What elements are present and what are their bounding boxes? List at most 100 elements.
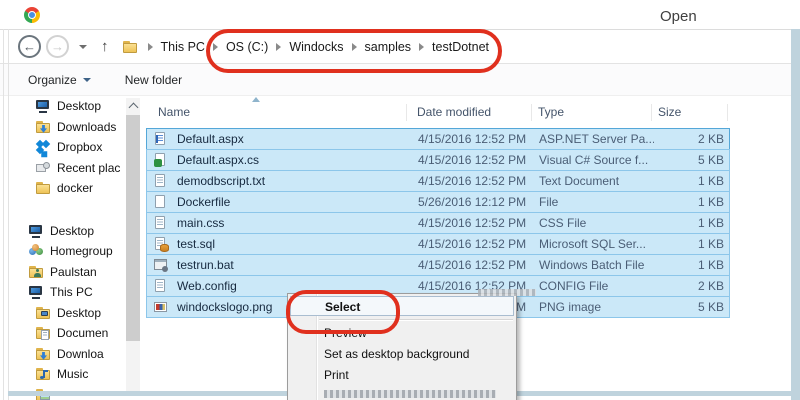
sidebar-item-this-pc[interactable]: This PC [9, 282, 126, 303]
file-date-cell: 4/15/2016 12:52 PM [418, 213, 533, 233]
file-name-cell: Default.aspx.cs [177, 150, 407, 170]
sidebar-item-downloads[interactable]: Downloads [9, 117, 126, 138]
file-name-cell: test.sql [177, 234, 407, 254]
downloads-folder-icon [35, 346, 51, 362]
sidebar-item-homegroup[interactable]: Homegroup [9, 241, 126, 262]
table-row-testrun-bat[interactable]: testrun.bat4/15/2016 12:52 PMWindows Bat… [146, 254, 730, 276]
sidebar-item-label: Paulstan [50, 265, 97, 279]
sidebar-item-label: Music [57, 367, 88, 381]
redacted-blur [478, 289, 536, 296]
downloads-folder-icon [35, 119, 51, 135]
menu-separator [319, 319, 513, 320]
organize-button[interactable]: Organize [28, 73, 91, 87]
file-name-cell: main.css [177, 213, 407, 233]
sidebar-item-docker[interactable]: docker [9, 178, 126, 199]
breadcrumb-separator-icon [419, 43, 424, 51]
sidebar-item-desktop[interactable]: Desktop [9, 221, 126, 242]
menu-item-preview[interactable]: Preview [288, 323, 516, 344]
file-size-cell: 1 KB [627, 234, 724, 254]
breadcrumb-segment-this-pc[interactable]: This PC [161, 40, 205, 54]
sidebar-item-dropbox[interactable]: Dropbox [9, 137, 126, 158]
column-header-date-modified[interactable]: Date modified [417, 105, 491, 119]
sidebar-item-documen[interactable]: Documen [9, 323, 126, 344]
title-bar: Open [0, 0, 800, 29]
file-date-cell: 4/15/2016 12:52 PM [418, 150, 533, 170]
sidebar-item-desktop[interactable]: Desktop [9, 96, 126, 117]
breadcrumb: This PC OS (C:) Windocks samples testDotnet [122, 39, 490, 55]
png-file-icon [153, 299, 169, 315]
sidebar-item-label: Desktop [50, 224, 94, 238]
css-file-icon [153, 215, 169, 231]
sidebar-group-spacer [9, 199, 126, 221]
table-row-default-aspx-cs[interactable]: Default.aspx.cs4/15/2016 12:52 PMVisual … [146, 149, 730, 171]
column-divider[interactable] [406, 104, 407, 121]
scroll-up-icon[interactable] [129, 103, 139, 113]
file-name-cell: Dockerfile [177, 192, 407, 212]
breadcrumb-segment-os-c-[interactable]: OS (C:) [226, 40, 268, 54]
breadcrumb-separator-icon [213, 43, 218, 51]
menu-item-print[interactable]: Print [288, 365, 516, 386]
table-row-test-sql[interactable]: test.sql4/15/2016 12:52 PMMicrosoft SQL … [146, 233, 730, 255]
batch-file-icon [153, 257, 169, 273]
breadcrumb-segment-testdotnet[interactable]: testDotnet [432, 40, 489, 54]
menu-item-set-as-desktop-background[interactable]: Set as desktop background [288, 344, 516, 365]
file-name-cell: demodbscript.txt [177, 171, 407, 191]
sidebar-item-label: Downloa [57, 347, 104, 361]
file-size-cell: 1 KB [627, 192, 724, 212]
command-toolbar: Organize New folder [0, 64, 791, 95]
file-size-cell: 1 KB [627, 255, 724, 275]
sidebar-item-label: Desktop [57, 99, 101, 113]
sidebar-scrollbar[interactable] [126, 98, 140, 391]
table-row-demodbscript-txt[interactable]: demodbscript.txt4/15/2016 12:52 PMText D… [146, 170, 730, 192]
file-size-cell: 2 KB [627, 276, 724, 296]
sidebar-item-music[interactable]: Music [9, 364, 126, 385]
sidebar-item-paulstan[interactable]: Paulstan [9, 262, 126, 283]
forward-button[interactable]: → [46, 35, 69, 58]
homegroup-icon [28, 243, 44, 259]
table-row-default-aspx[interactable]: Default.aspx4/15/2016 12:52 PMASP.NET Se… [146, 128, 730, 150]
sidebar-item-recent-plac[interactable]: Recent plac [9, 158, 126, 179]
scrollbar-thumb[interactable] [126, 115, 140, 341]
file-date-cell: 4/15/2016 12:52 PM [418, 234, 533, 254]
column-header-row: Name Date modified Type Size [146, 96, 790, 129]
file-size-cell: 5 KB [627, 297, 724, 317]
column-header-type[interactable]: Type [538, 105, 564, 119]
column-divider[interactable] [531, 104, 532, 121]
sort-ascending-icon [252, 97, 260, 102]
back-button[interactable]: ← [18, 35, 41, 58]
breadcrumb-segments: This PC OS (C:) Windocks samples testDotnet [140, 40, 490, 54]
sidebar-item-label: Documen [57, 326, 108, 340]
breadcrumb-segment-samples[interactable]: samples [365, 40, 412, 54]
new-folder-label: New folder [125, 73, 182, 87]
column-header-size[interactable]: Size [658, 105, 681, 119]
menu-item-select[interactable]: Select [290, 296, 514, 316]
file-date-cell: 4/15/2016 12:52 PM [418, 129, 533, 149]
documents-folder-icon [35, 325, 51, 341]
file-size-cell: 2 KB [627, 129, 724, 149]
folder-icon [122, 39, 138, 55]
chrome-icon [24, 7, 40, 23]
new-folder-button[interactable]: New folder [125, 73, 182, 87]
context-menu: Select PreviewSet as desktop backgroundPr… [287, 293, 517, 400]
sidebar-item-desktop[interactable]: Desktop [9, 303, 126, 324]
sidebar-item-label: Dropbox [57, 140, 102, 154]
sidebar-item-label: Homegroup [50, 244, 113, 258]
window-title: Open [660, 8, 697, 25]
chevron-down-icon[interactable] [79, 45, 87, 49]
desktop-folder-icon [35, 305, 51, 321]
sidebar-item-label: Recent plac [57, 161, 120, 175]
recent-places-icon [35, 160, 51, 176]
column-divider[interactable] [651, 104, 652, 121]
sidebar-item-downloa[interactable]: Downloa [9, 344, 126, 365]
sql-file-icon [153, 236, 169, 252]
sidebar-item-label: This PC [50, 285, 93, 299]
window-left-border [3, 29, 4, 400]
up-button[interactable]: ↑ [101, 38, 109, 55]
table-row-main-css[interactable]: main.css4/15/2016 12:52 PMCSS File1 KB [146, 212, 730, 234]
file-name-cell: testrun.bat [177, 255, 407, 275]
back-arrow-icon: ← [23, 39, 36, 54]
column-divider[interactable] [727, 104, 728, 121]
table-row-dockerfile[interactable]: Dockerfile5/26/2016 12:12 PMFile1 KB [146, 191, 730, 213]
column-header-name[interactable]: Name [158, 105, 190, 119]
breadcrumb-segment-windocks[interactable]: Windocks [289, 40, 343, 54]
